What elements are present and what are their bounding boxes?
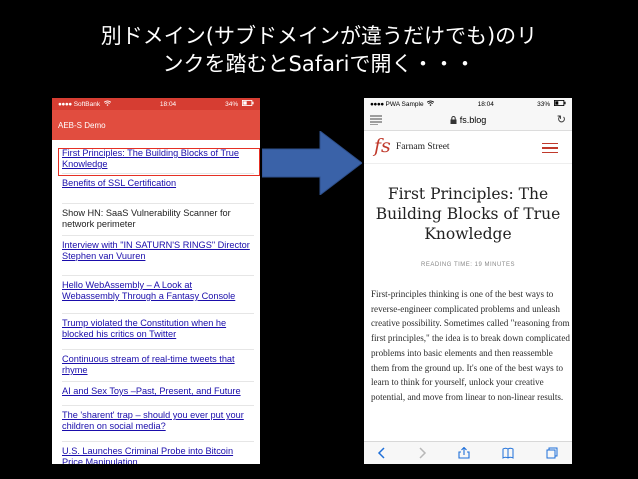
wifi-icon: [427, 100, 435, 106]
url-text: fs.blog: [459, 115, 487, 125]
story-item[interactable]: Trump violated the Constitution when he …: [62, 318, 252, 340]
reload-icon[interactable]: ↻: [557, 113, 566, 126]
reader-icon[interactable]: [370, 115, 382, 125]
story-item[interactable]: Interview with "IN SATURN'S RINGS" Direc…: [62, 240, 252, 262]
list-divider: [62, 405, 254, 406]
story-item[interactable]: Continuous stream of real-time tweets th…: [62, 354, 252, 376]
arrow-right-icon: [262, 131, 362, 195]
tabs-icon[interactable]: [546, 447, 558, 459]
list-divider: [62, 381, 254, 382]
article-body: First-principles thinking is one of the …: [371, 289, 570, 402]
status-time: 18:04: [477, 100, 494, 108]
right-phone-screen: ●●●● PWA Sample 18:04 33% fs.blog ↻ fs F…: [364, 98, 572, 464]
battery-percent: 33%: [537, 101, 551, 108]
list-divider: [62, 203, 254, 204]
story-item[interactable]: U.S. Launches Criminal Probe into Bitcoi…: [62, 446, 252, 464]
status-time: 18:04: [159, 100, 177, 108]
highlight-box: [58, 148, 260, 176]
slide-title: 別ドメイン(サブドメインが違うだけでも)のリ ンクを踏むとSafariで開く・・…: [100, 24, 538, 76]
carrier: SoftBank: [73, 101, 101, 108]
status-bar: ●●●● SoftBank 18:04 34%: [52, 98, 260, 110]
safari-toolbar: [364, 441, 572, 464]
battery-icon: [242, 100, 254, 106]
app-header: AEB-S Demo: [52, 110, 260, 140]
story-list: First Principles: The Building Blocks of…: [52, 140, 260, 464]
battery-percent: 34%: [225, 101, 239, 108]
story-item[interactable]: The 'sharent' trap – should you ever put…: [62, 410, 252, 432]
story-item[interactable]: AI and Sex Toys –Past, Present, and Futu…: [62, 386, 252, 397]
list-divider: [62, 349, 254, 350]
bookmarks-icon[interactable]: [502, 447, 514, 459]
address-bar[interactable]: fs.blog ↻: [364, 110, 572, 131]
list-divider: [62, 275, 254, 276]
reading-time: READING TIME: 19 MINUTES: [421, 262, 515, 268]
lock-icon: [450, 116, 457, 124]
forward-icon[interactable]: [416, 447, 428, 459]
list-divider: [62, 313, 254, 314]
site-name[interactable]: Farnam Street: [396, 142, 450, 152]
article-title: First Principles: The Building Blocks of…: [375, 185, 561, 243]
back-icon[interactable]: [376, 447, 388, 459]
list-divider: [62, 235, 254, 236]
site-logo[interactable]: fs: [374, 135, 391, 157]
wifi-icon: [103, 100, 112, 106]
story-item[interactable]: Hello WebAssembly – A Look at Webassembl…: [62, 280, 252, 302]
story-item[interactable]: Benefits of SSL Certification: [62, 178, 252, 189]
app-title: AEB-S Demo: [58, 120, 106, 130]
site-header: fs Farnam Street: [364, 131, 572, 164]
carrier: PWA Sample: [385, 101, 424, 108]
status-bar: ●●●● PWA Sample 18:04 33%: [364, 98, 572, 110]
share-icon[interactable]: [458, 447, 470, 459]
hamburger-icon[interactable]: [542, 143, 558, 153]
signal-icon: ●●●●: [58, 101, 72, 108]
story-item[interactable]: Show HN: SaaS Vulnerability Scanner for …: [62, 208, 252, 230]
battery-icon: [553, 100, 566, 106]
signal-icon: ●●●●: [370, 101, 384, 108]
list-divider: [62, 441, 254, 442]
